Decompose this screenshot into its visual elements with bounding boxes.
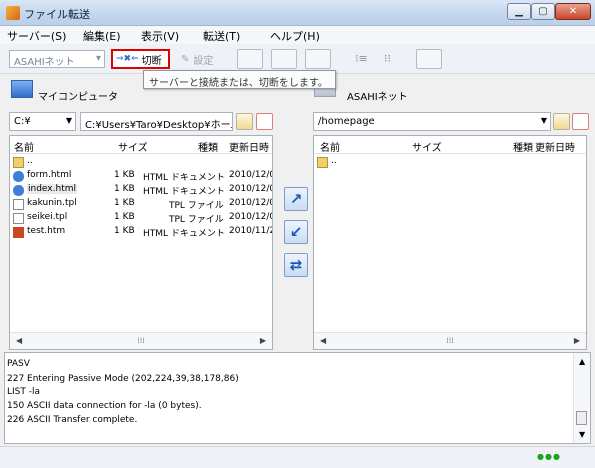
log-line: 227 Entering Passive Mode (202,224,39,38… bbox=[7, 374, 239, 384]
table-row[interactable]: .. bbox=[10, 156, 272, 169]
view-mode-1-button[interactable] bbox=[237, 49, 263, 69]
remote-refresh-button[interactable] bbox=[572, 113, 589, 130]
computer-icon bbox=[11, 80, 33, 98]
htm-file-icon bbox=[13, 227, 24, 238]
html-file-icon bbox=[13, 185, 24, 196]
grid-view-button[interactable] bbox=[416, 49, 442, 69]
app-icon bbox=[6, 6, 20, 20]
plug-icon: ⇒✖⇐ bbox=[116, 54, 139, 64]
swap-icon: ⇄ bbox=[289, 256, 303, 274]
list-header: 名前 サイズ 種類 更新日時 bbox=[314, 136, 586, 154]
column-type[interactable]: 種類 bbox=[513, 139, 533, 154]
arrow-down-left-icon: ↙ bbox=[289, 223, 303, 241]
table-row[interactable]: kakunin.tpl 1 KB TPL ファイル 2010/12/0 bbox=[10, 198, 272, 211]
scroll-right-icon[interactable]: ▶ bbox=[574, 336, 580, 345]
table-row[interactable]: .. bbox=[314, 156, 586, 169]
vertical-scrollbar[interactable]: ▲ ▼ bbox=[573, 353, 590, 443]
column-size[interactable]: サイズ bbox=[118, 139, 148, 154]
arrow-up-right-icon: ↗ bbox=[289, 190, 303, 208]
document-icon bbox=[13, 199, 24, 210]
local-pane-label: マイコンピュータ bbox=[38, 92, 118, 103]
table-row[interactable]: index.html 1 KB HTML ドキュメント 2010/12/0 bbox=[10, 184, 272, 197]
document-icon bbox=[13, 213, 24, 224]
upload-button[interactable]: ↗ bbox=[284, 187, 308, 211]
list-icon[interactable]: ⁝≡ bbox=[355, 52, 373, 66]
drive-select[interactable]: C:¥ ▼ bbox=[9, 112, 76, 131]
table-row[interactable]: test.htm 1 KB HTML ドキュメント 2010/11/2 bbox=[10, 226, 272, 239]
chevron-down-icon: ▼ bbox=[65, 116, 72, 125]
minimize-button[interactable]: ▁ bbox=[507, 3, 531, 20]
scroll-down-icon[interactable]: ▼ bbox=[579, 430, 585, 439]
table-row[interactable]: form.html 1 KB HTML ドキュメント 2010/12/0 bbox=[10, 170, 272, 183]
remote-file-list[interactable]: 名前 サイズ 種類 更新日時 .. ◀ ⁞⁞⁞ ▶ bbox=[313, 135, 587, 350]
scroll-thumb[interactable]: ⁞⁞⁞ bbox=[137, 336, 145, 345]
column-type[interactable]: 種類 bbox=[198, 139, 218, 154]
settings-button[interactable]: ✎ 設定 bbox=[178, 49, 226, 69]
maximize-button[interactable]: ▢ bbox=[531, 3, 555, 20]
chevron-down-icon: ▾ bbox=[95, 53, 101, 64]
remote-pane-label: ASAHIネット bbox=[347, 92, 408, 103]
local-path-input[interactable]: C:¥Users¥Taro¥Desktop¥ホーム bbox=[80, 112, 233, 131]
log-line: PASV bbox=[7, 359, 30, 369]
menu-transfer[interactable]: 転送(T) bbox=[203, 28, 240, 44]
menu-server[interactable]: サーバー(S) bbox=[7, 28, 66, 44]
scroll-up-icon[interactable]: ▲ bbox=[579, 357, 585, 366]
scroll-thumb[interactable] bbox=[576, 411, 587, 425]
close-button[interactable]: ✕ bbox=[555, 3, 591, 20]
local-refresh-button[interactable] bbox=[256, 113, 273, 130]
scroll-left-icon[interactable]: ◀ bbox=[16, 336, 22, 345]
horizontal-scrollbar[interactable]: ◀ ⁞⁞⁞ ▶ bbox=[314, 332, 586, 349]
menu-view[interactable]: 表示(V) bbox=[141, 28, 179, 44]
list-header: 名前 サイズ 種類 更新日時 bbox=[10, 136, 272, 154]
menu-bar: サーバー(S) 編集(E) 表示(V) 転送(T) ヘルプ(H) bbox=[0, 26, 595, 44]
column-name[interactable]: 名前 bbox=[320, 139, 340, 154]
menu-help[interactable]: ヘルプ(H) bbox=[270, 28, 320, 44]
scroll-left-icon[interactable]: ◀ bbox=[320, 336, 326, 345]
tooltip: サーバーと接続または、切断をします。 bbox=[143, 70, 336, 89]
remote-path-input[interactable]: /homepage ▼ bbox=[313, 112, 551, 131]
folder-up-icon bbox=[317, 157, 328, 168]
menu-edit[interactable]: 編集(E) bbox=[83, 28, 121, 44]
log-line: 226 ASCII Transfer complete. bbox=[7, 415, 138, 425]
log-line: 150 ASCII data connection for -la (0 byt… bbox=[7, 401, 202, 411]
local-up-folder-button[interactable] bbox=[236, 113, 253, 130]
pencil-icon: ✎ bbox=[181, 53, 190, 65]
scroll-thumb[interactable]: ⁞⁞⁞ bbox=[446, 336, 454, 345]
status-bar: ●●● bbox=[0, 446, 595, 468]
column-date[interactable]: 更新日時 bbox=[229, 139, 269, 154]
view-mode-2-button[interactable] bbox=[271, 49, 297, 69]
title-bar: ファイル転送 ▁ ▢ ✕ bbox=[0, 0, 595, 26]
sync-button[interactable]: ⇄ bbox=[284, 253, 308, 277]
local-file-list[interactable]: 名前 サイズ 種類 更新日時 .. form.html 1 KB HTML ドキ… bbox=[9, 135, 273, 350]
detail-icon[interactable]: ⁝⁝ bbox=[384, 52, 402, 66]
log-panel[interactable]: PASV 227 Entering Passive Mode (202,224,… bbox=[4, 352, 591, 444]
view-mode-3-button[interactable] bbox=[305, 49, 331, 69]
connection-status-icon: ●●● bbox=[537, 452, 561, 461]
html-file-icon bbox=[13, 171, 24, 182]
column-size[interactable]: サイズ bbox=[412, 139, 442, 154]
log-line: LIST -la bbox=[7, 387, 41, 397]
window-title: ファイル転送 bbox=[24, 8, 90, 21]
folder-up-icon bbox=[13, 157, 24, 168]
chevron-down-icon: ▼ bbox=[540, 116, 547, 125]
column-date[interactable]: 更新日時 bbox=[535, 139, 575, 154]
table-row[interactable]: seikei.tpl 1 KB TPL ファイル 2010/12/0 bbox=[10, 212, 272, 225]
server-select[interactable]: ASAHIネット ▾ bbox=[9, 50, 105, 68]
download-button[interactable]: ↙ bbox=[284, 220, 308, 244]
horizontal-scrollbar[interactable]: ◀ ⁞⁞⁞ ▶ bbox=[10, 332, 272, 349]
remote-up-folder-button[interactable] bbox=[553, 113, 570, 130]
scroll-right-icon[interactable]: ▶ bbox=[260, 336, 266, 345]
column-name[interactable]: 名前 bbox=[14, 139, 34, 154]
disconnect-button[interactable]: ⇒✖⇐ 切断 bbox=[111, 49, 170, 69]
